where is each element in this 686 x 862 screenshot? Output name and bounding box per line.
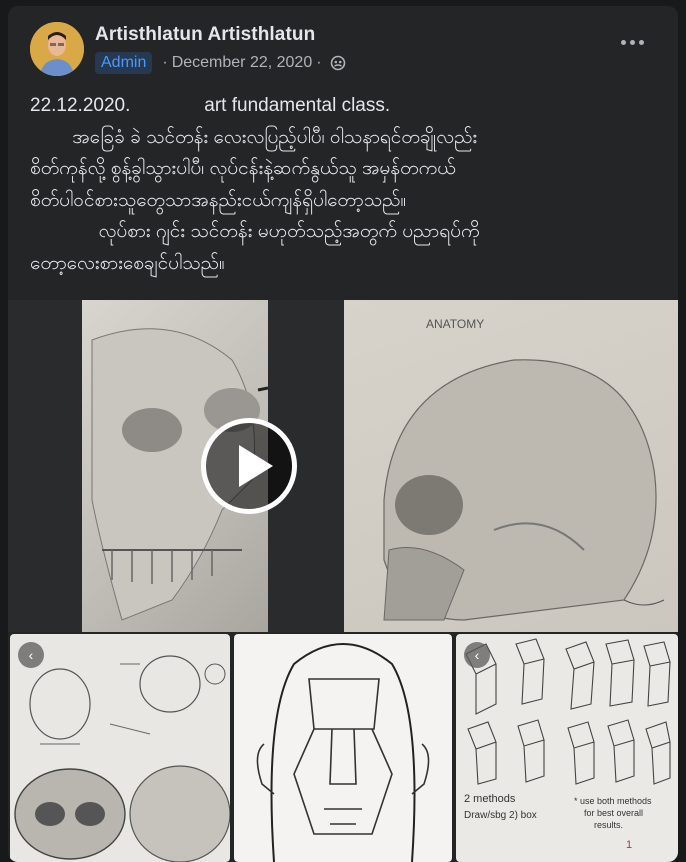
post-header: Artisthlatun Artisthlatun Admin · Decemb… xyxy=(8,6,678,86)
anatomy-study-thumb[interactable]: ‹ xyxy=(10,634,230,862)
note-label-2: for best overall xyxy=(584,808,643,818)
post-text-line: စိတ်ပါဝင်စားသူတွေသာအနည်းငယ်ကျန်ရှိပါတော့… xyxy=(30,189,407,211)
face-planes-sketch xyxy=(256,643,430,862)
play-icon[interactable] xyxy=(201,418,297,514)
anatomy-label: ANATOMY xyxy=(426,317,484,331)
svg-text:1: 1 xyxy=(626,839,632,851)
methods-sub-label: Draw/sbg 2) box xyxy=(464,810,537,821)
post-text-line: စိတ်ကုန်လို့ စွန့်ခွါသွားပါပီ၊ လုပ်ငန်းန… xyxy=(30,158,456,179)
methods-label: 2 methods xyxy=(464,793,516,805)
post-card: Artisthlatun Artisthlatun Admin · Decemb… xyxy=(8,6,678,862)
friends-icon xyxy=(330,55,345,71)
post-media: ANATOMY ‹ 2 methods Draw/sbg 2) box * us… xyxy=(8,300,678,862)
note-label-3: results. xyxy=(594,820,623,830)
post-text: 22.12.2020. art fundamental class. အခြေခ… xyxy=(30,90,670,279)
admin-badge: Admin xyxy=(95,52,153,74)
anatomy-study-sketch xyxy=(14,655,230,862)
post-text-line: တော့လေးစားစေချင်ပါသည်။ xyxy=(30,252,225,274)
post-text-line: အခြေခံ ခဲ သင်တန်း လေးလပြည့်ပါပီ၊ ဝါသနာရင… xyxy=(30,126,478,148)
media-bottom-row: ‹ 2 methods Draw/sbg 2) box * use both m… xyxy=(8,634,678,862)
carousel-prev-icon[interactable]: ‹ xyxy=(18,642,44,668)
more-options-icon[interactable] xyxy=(621,40,644,45)
skull-sketch-side: ANATOMY xyxy=(383,317,665,621)
meta-separator: · xyxy=(162,54,168,71)
media-top-row: ANATOMY xyxy=(8,300,678,632)
skull-drawing-image[interactable]: ANATOMY xyxy=(344,300,678,632)
post-date[interactable]: December 22, 2020 xyxy=(172,54,313,72)
post-text-line: လုပ်စား ဂျင်း သင်တန်း မဟုတ်သည့်အတွက် ပညာ… xyxy=(30,221,480,242)
box-methods-sketch: 2 methods Draw/sbg 2) box * use both met… xyxy=(464,638,671,851)
video-thumbnail[interactable] xyxy=(82,300,297,632)
post-text-line: 22.12.2020. art fundamental class. xyxy=(30,95,391,116)
note-label-1: * use both methods xyxy=(574,796,652,806)
author-avatar[interactable] xyxy=(30,22,84,76)
carousel-prev-icon-2[interactable]: ‹ xyxy=(464,642,490,668)
meta-separator-2: · xyxy=(316,54,322,71)
post-meta: Admin · December 22, 2020 · xyxy=(95,52,346,74)
box-methods-thumb[interactable]: 2 methods Draw/sbg 2) box * use both met… xyxy=(456,634,678,862)
author-name[interactable]: Artisthlatun Artisthlatun xyxy=(95,24,315,46)
face-planes-thumb[interactable] xyxy=(234,634,452,862)
